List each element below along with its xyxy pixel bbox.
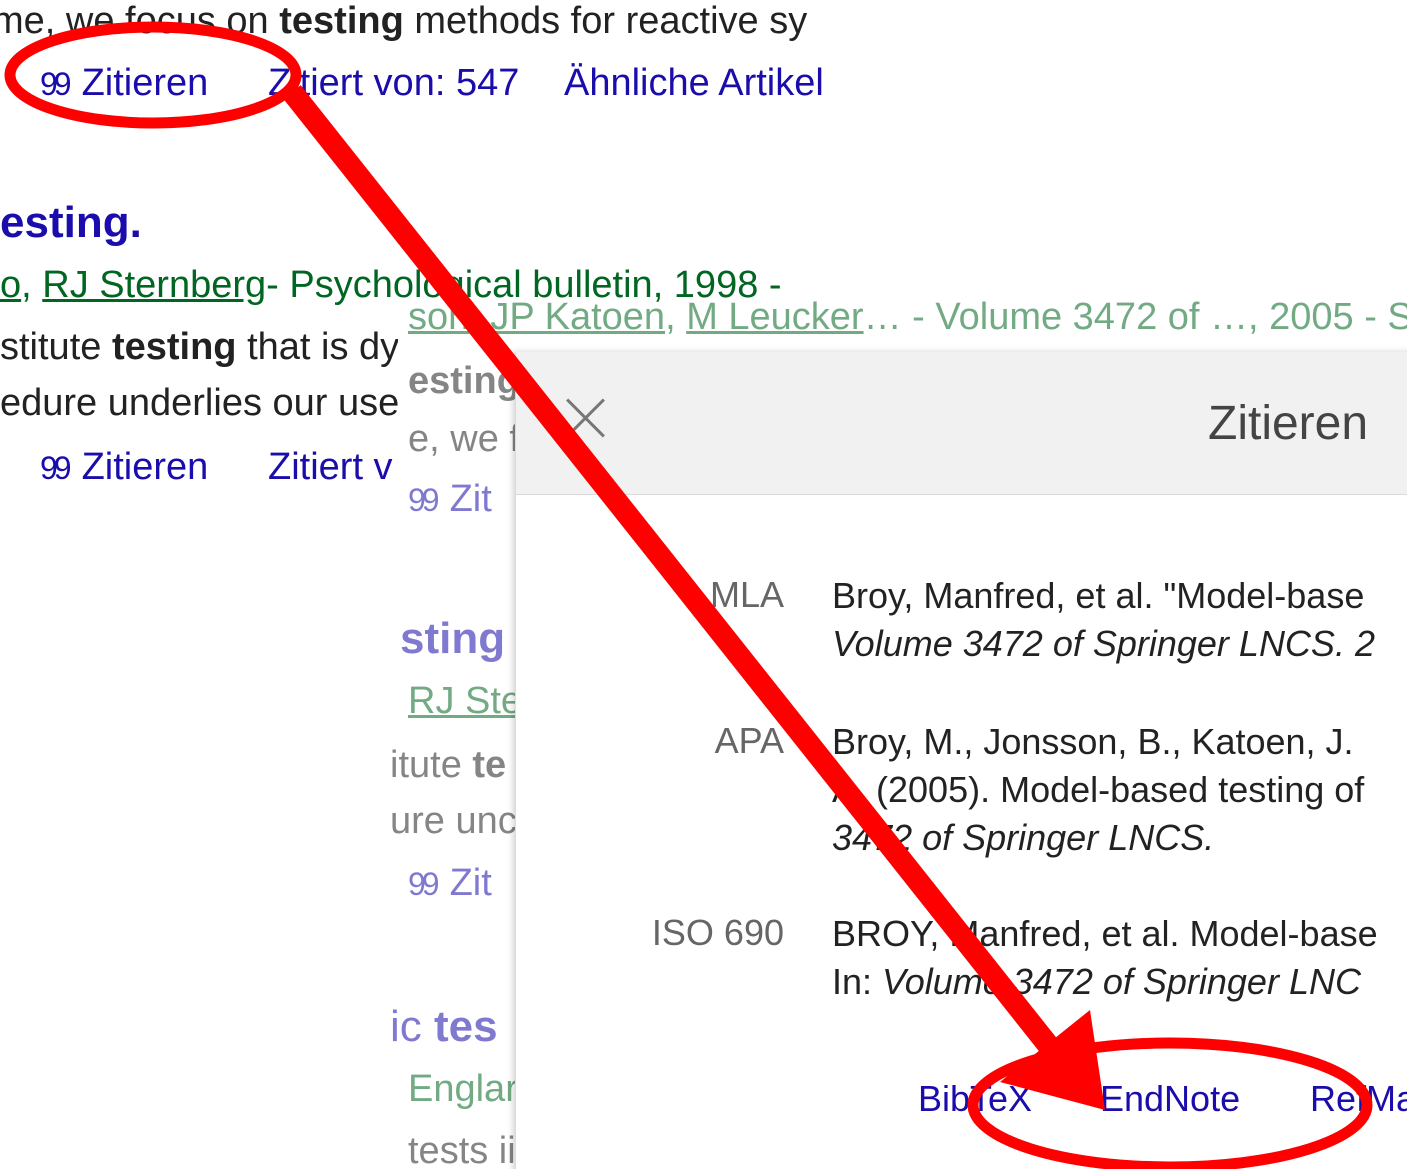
result2-snippet-line: edure underlies our use (0, 382, 398, 424)
quote-icon: 99 (40, 450, 72, 486)
result2-author-line: o, RJ Sternberg- Psychological bulletin,… (0, 264, 782, 306)
background-snippet-line: itute te (390, 744, 507, 786)
result1-cite-link[interactable]: 99 Zitieren (40, 62, 208, 105)
export-bibtex-link[interactable]: BibTeX (918, 1078, 1032, 1120)
result1-cited-by-link[interactable]: Zitiert von: 547 (268, 62, 519, 105)
background-result-title[interactable]: sting (400, 614, 505, 664)
result2-title[interactable]: esting. (0, 198, 142, 248)
cite-dialog-title: Zitieren (1208, 397, 1369, 450)
background-cite-link[interactable]: 99 Zit (408, 478, 492, 521)
citation-format-label: ISO 690 (651, 912, 784, 953)
background-cite-link[interactable]: 99 Zit (408, 862, 492, 905)
background-result-title[interactable]: ic tes (390, 1002, 498, 1052)
quote-icon: 99 (408, 866, 440, 902)
background-author-link[interactable]: RJ Ste (408, 680, 522, 723)
export-refman-link[interactable]: RefMa (1310, 1078, 1407, 1120)
quote-icon: 99 (408, 482, 440, 518)
result1-related-link[interactable]: Ähnliche Artikel (564, 62, 828, 105)
background-source-fragment: Englar (408, 1068, 518, 1110)
background-snippet-line: ure unc (390, 800, 517, 842)
citation-text-iso690[interactable]: BROY, Manfred, et al. Model-base In: Vol… (832, 910, 1378, 1006)
background-title-fragment: esting (408, 360, 520, 402)
citation-text-apa[interactable]: Broy, M., Jonsson, B., Katoen, J. A. (20… (832, 718, 1364, 862)
background-snippet-fragment: e, we f (408, 418, 520, 460)
citation-format-label: APA (714, 720, 784, 761)
close-icon[interactable] (556, 388, 616, 448)
result1-snippet: me, we focus on testing methods for reac… (0, 0, 808, 42)
background-snippet-line: tests ii (408, 1130, 516, 1169)
citation-format-label: MLA (709, 574, 784, 615)
cite-dialog: Zitieren MLA Broy, Manfred, et al. "Mode… (515, 352, 1407, 1169)
result2-snippet-line: stitute testing that is dy (0, 326, 398, 368)
quote-icon: 99 (40, 66, 72, 102)
citation-text-mla[interactable]: Broy, Manfred, et al. "Model-base Volume… (832, 572, 1375, 668)
result2-cite-link[interactable]: 99 Zitieren (40, 446, 208, 489)
export-endnote-link[interactable]: EndNote (1100, 1078, 1240, 1120)
author-link[interactable]: RJ Sternberg (42, 264, 266, 306)
result2-cited-by-link[interactable]: Zitiert v (268, 446, 400, 489)
cite-dialog-header: Zitieren (516, 352, 1407, 495)
